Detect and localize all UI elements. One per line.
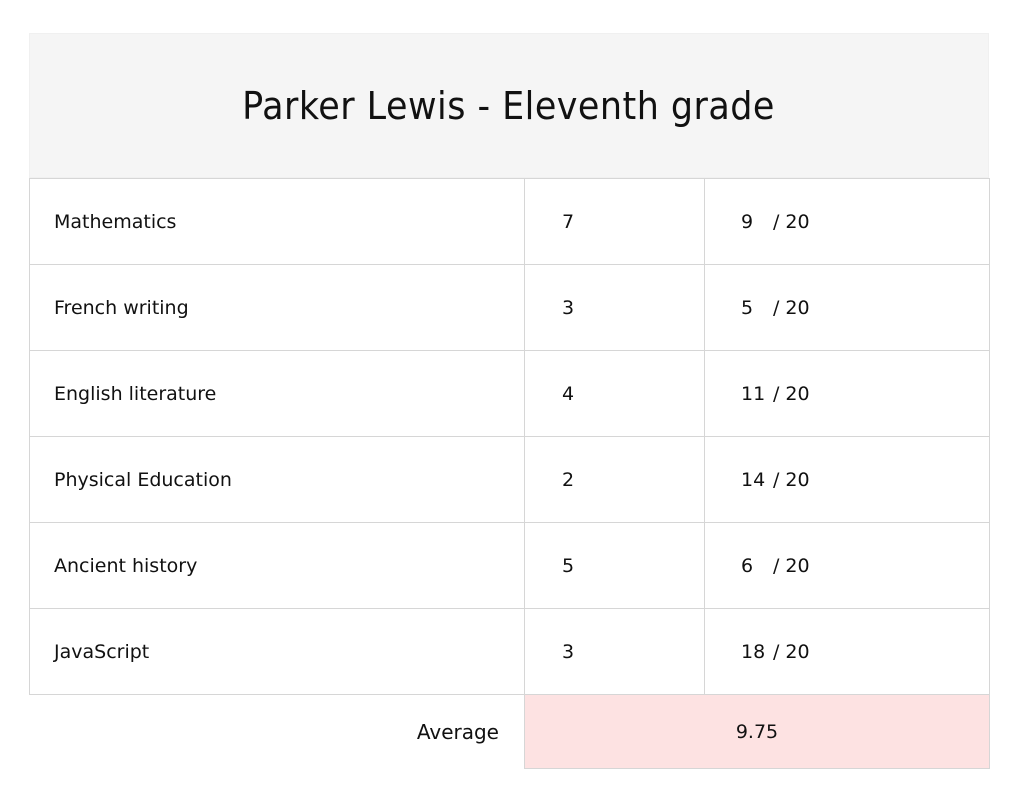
coefficient-cell: 3 [524,608,705,695]
grade-cell: 6 /20 [704,522,990,609]
grade-separator: / [773,210,780,233]
grade-cell: 18 /20 [704,608,990,695]
grade-separator: / [773,468,780,491]
subject-cell: Ancient history [29,522,525,609]
report-card: Parker Lewis - Eleventh grade Mathematic… [29,33,990,769]
grade-separator: / [773,554,780,577]
average-row: Average 9.75 [29,694,990,769]
table-row: Ancient history 5 6 /20 [29,522,990,609]
subject-cell: French writing [29,264,525,351]
table-row: English literature 4 11 /20 [29,350,990,437]
grade-separator: / [773,640,780,663]
subject-cell: Physical Education [29,436,525,523]
report-header: Parker Lewis - Eleventh grade [29,33,989,178]
coefficient-cell: 5 [524,522,705,609]
grade-max: 20 [785,210,810,233]
grade-value: 6 [741,554,754,577]
grade-cell: 14 /20 [704,436,990,523]
grade-cell: 11 /20 [704,350,990,437]
grade-max: 20 [785,468,810,491]
grades-table: Mathematics 7 9/20 French writing 3 5/20… [29,178,990,769]
grade-max: 20 [785,382,810,405]
grade-value: 14 [741,468,766,491]
table-row: French writing 3 5 /20 [29,264,990,351]
grade-cell: 5 /20 [704,264,990,351]
grade-max: 20 [785,640,810,663]
average-label: Average [29,694,525,769]
coefficient-cell: 2 [524,436,705,523]
table-row: Physical Education 2 14 /20 [29,436,990,523]
grade-separator: / [773,382,780,405]
page-title: Parker Lewis - Eleventh grade [242,83,776,128]
grade-value: 9 [741,210,754,233]
grade-value: 5 [741,296,754,319]
grade-max: 20 [785,296,810,319]
grade-separator: / [773,296,780,319]
grade-cell: 9 /20 [704,178,990,265]
average-value: 9.75 [524,694,990,769]
subject-cell: English literature [29,350,525,437]
coefficient-cell: 3 [524,264,705,351]
grade-value: 11 [741,382,766,405]
subject-cell: JavaScript [29,608,525,695]
grade-value: 18 [741,640,766,663]
table-row: JavaScript 3 18 /20 [29,608,990,695]
coefficient-cell: 7 [524,178,705,265]
grade-max: 20 [785,554,810,577]
coefficient-cell: 4 [524,350,705,437]
subject-cell: Mathematics [29,178,525,265]
table-row: Mathematics 7 9 /20 [29,178,990,265]
